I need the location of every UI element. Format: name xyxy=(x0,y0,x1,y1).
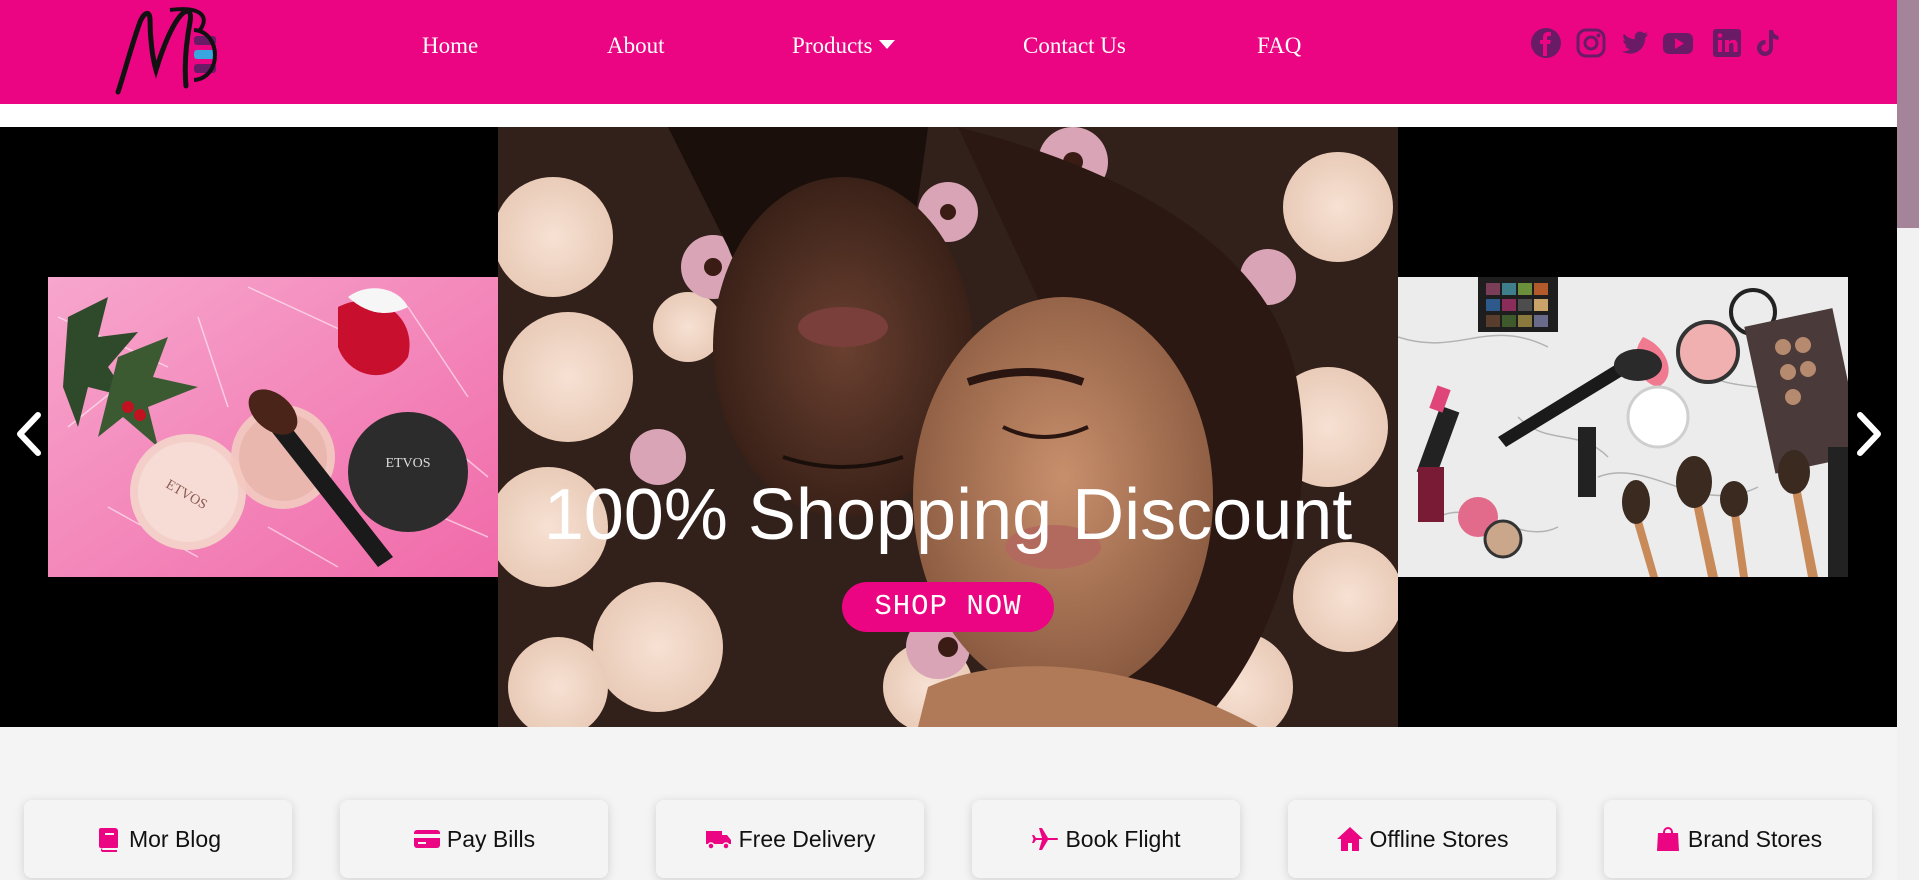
service-card-label: Free Delivery xyxy=(738,825,876,852)
slide-two-women-flowers-image[interactable] xyxy=(498,127,1398,727)
site-header: Home About Products Contact Us FAQ xyxy=(0,0,1897,104)
nav-home[interactable]: Home xyxy=(422,30,478,62)
tiktok-icon[interactable] xyxy=(1752,27,1784,61)
service-card-label: Pay Bills xyxy=(446,825,536,852)
service-card-brand-stores[interactable]: Brand Stores xyxy=(1604,800,1872,878)
service-card-mor-blog[interactable]: Mor Blog xyxy=(24,800,292,878)
chevron-left-icon[interactable] xyxy=(8,409,48,459)
service-card-free-delivery[interactable]: Free Delivery xyxy=(656,800,924,878)
nav-contact-us[interactable]: Contact Us xyxy=(1023,30,1126,62)
service-card-offline-stores[interactable]: Offline Stores xyxy=(1288,800,1556,878)
shopping-bag-icon xyxy=(1656,827,1679,851)
caret-down-icon xyxy=(878,40,895,49)
truck-icon xyxy=(705,831,731,850)
mb-logo[interactable] xyxy=(110,4,225,100)
plane-icon xyxy=(1032,828,1059,850)
service-card-label: Mor Blog xyxy=(128,825,222,852)
service-card-label: Book Flight xyxy=(1065,825,1181,852)
page-scrollbar[interactable] xyxy=(1897,0,1919,880)
nav-faq[interactable]: FAQ xyxy=(1257,30,1301,62)
service-card-label: Brand Stores xyxy=(1687,825,1823,852)
svg-text:ETVOS: ETVOS xyxy=(385,456,430,471)
service-card-book-flight[interactable]: Book Flight xyxy=(972,800,1240,878)
youtube-icon[interactable] xyxy=(1662,27,1694,61)
twitter-icon[interactable] xyxy=(1618,27,1650,61)
nav-products[interactable]: Products xyxy=(792,30,895,62)
facebook-icon[interactable] xyxy=(1530,27,1562,61)
slide-makeup-compacts-image[interactable]: ETVOS ETVOS xyxy=(48,277,498,577)
shop-now-button[interactable]: SHOP NOW xyxy=(842,582,1054,632)
header-spacer xyxy=(0,104,1897,127)
nav-about[interactable]: About xyxy=(607,30,665,62)
service-card-label: Offline Stores xyxy=(1369,825,1509,852)
chevron-right-icon[interactable] xyxy=(1850,409,1890,459)
credit-card-icon xyxy=(413,830,440,848)
book-icon xyxy=(98,828,118,852)
slide-makeup-brushes-image[interactable] xyxy=(1398,277,1848,577)
home-icon xyxy=(1336,827,1363,851)
hero-title: 100% Shopping Discount xyxy=(543,475,1353,555)
instagram-icon[interactable] xyxy=(1575,27,1607,61)
linkedin-icon[interactable] xyxy=(1711,27,1743,61)
hero-carousel: ETVOS ETVOS 100% Shopping Discount SHOP … xyxy=(0,127,1897,727)
service-card-pay-bills[interactable]: Pay Bills xyxy=(340,800,608,878)
nav-products-label: Products xyxy=(792,33,873,58)
scrollbar-thumb[interactable] xyxy=(1897,0,1919,228)
